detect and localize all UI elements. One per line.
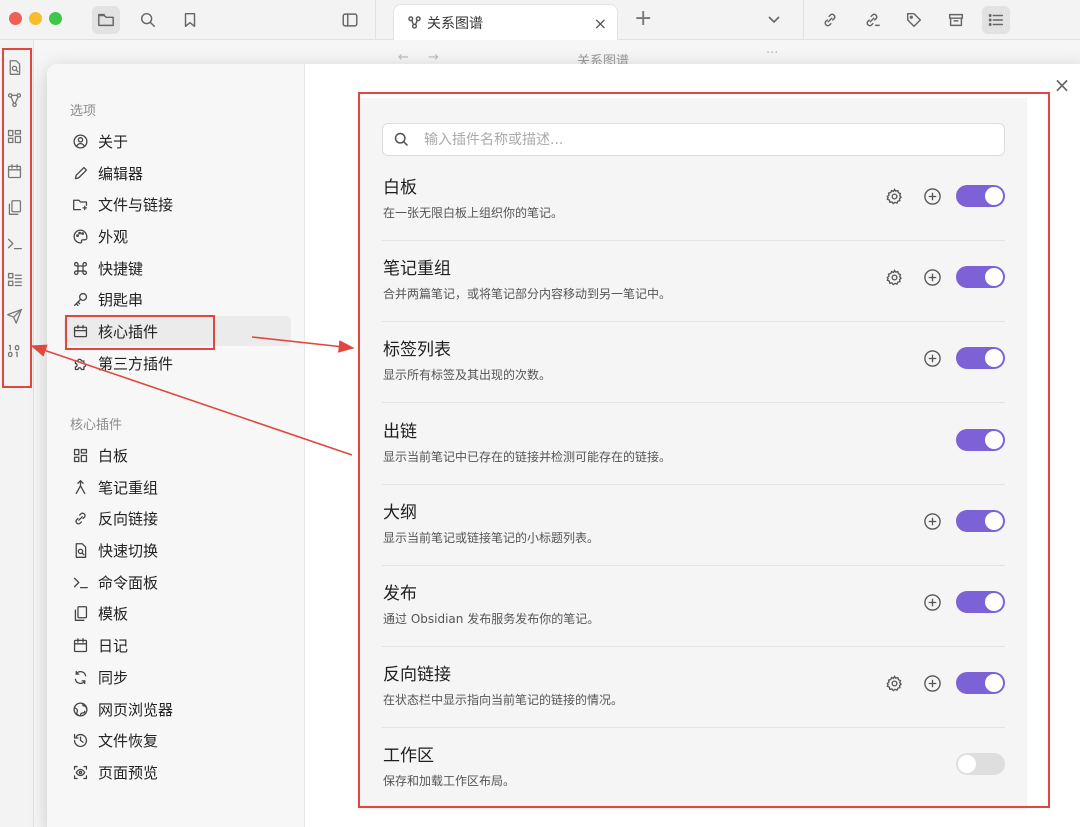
sidebar-toggle-icon[interactable]: [336, 6, 364, 34]
nav-item-label: 日记: [98, 636, 129, 655]
backlinks-icon[interactable]: [816, 6, 844, 34]
nav-item-label: 页面预览: [98, 763, 159, 782]
back-arrow-icon[interactable]: ←: [398, 50, 409, 65]
bookmark-icon[interactable]: [176, 6, 204, 34]
nav-item-note-composer[interactable]: 笔记重组: [64, 472, 291, 502]
folder-link-icon: [70, 194, 90, 214]
nav-item-page-preview[interactable]: 页面预览: [64, 757, 291, 787]
key-icon: [70, 289, 90, 309]
modal-close-icon[interactable]: ×: [1054, 73, 1071, 97]
backlink-icon: [70, 508, 90, 528]
nav-item-sync[interactable]: 同步: [64, 662, 291, 692]
outgoing-links-icon[interactable]: [858, 6, 886, 34]
nav-item-label: 命令面板: [98, 573, 159, 592]
minimize-window-button[interactable]: [29, 12, 42, 25]
tags-icon[interactable]: [900, 6, 928, 34]
nav-item-label: 白板: [98, 446, 129, 465]
pencil-icon: [70, 163, 90, 183]
nav-item-files-links[interactable]: 文件与链接: [64, 189, 291, 219]
nav-item-templates[interactable]: 模板: [64, 598, 291, 628]
core-plugins-section-title: 核心插件: [70, 418, 123, 433]
nav-item-about[interactable]: 关于: [64, 126, 291, 156]
nav-item-label: 第三方插件: [98, 354, 174, 373]
sync-icon: [70, 667, 90, 687]
command-key-icon: [70, 258, 90, 278]
tab-list-chevron-icon[interactable]: [766, 11, 782, 27]
nav-item-label: 反向链接: [98, 509, 159, 528]
nav-item-canvas[interactable]: 白板: [64, 440, 291, 470]
nav-item-appearance[interactable]: 外观: [64, 221, 291, 251]
nav-item-community-plugins[interactable]: 第三方插件: [64, 348, 291, 378]
terminal-icon: [70, 572, 90, 592]
close-window-button[interactable]: [9, 12, 22, 25]
history-icon: [70, 730, 90, 750]
tab-title: 关系图谱: [427, 15, 483, 32]
nav-item-label: 编辑器: [98, 164, 144, 183]
copy-icon: [70, 603, 90, 623]
quick-switch-icon: [70, 540, 90, 560]
options-section-title: 选项: [70, 104, 97, 119]
nav-item-editor[interactable]: 编辑器: [64, 158, 291, 188]
title-bar: 关系图谱 × +: [0, 0, 1080, 40]
palette-icon: [70, 226, 90, 246]
nav-item-quick-switcher[interactable]: 快速切换: [64, 535, 291, 565]
annotation-box-ribbon: [2, 48, 32, 388]
preview-icon: [70, 762, 90, 782]
view-header-bar: ← → 关系图谱 ···: [0, 40, 1080, 69]
nav-item-file-recovery[interactable]: 文件恢复: [64, 725, 291, 755]
puzzle-icon: [70, 353, 90, 373]
globe-icon: [70, 699, 90, 719]
nav-item-label: 文件恢复: [98, 731, 159, 750]
nav-item-label: 文件与链接: [98, 195, 174, 214]
archive-icon[interactable]: [942, 6, 970, 34]
nav-item-command-palette[interactable]: 命令面板: [64, 567, 291, 597]
outline-icon[interactable]: [982, 6, 1010, 34]
search-icon[interactable]: [134, 6, 162, 34]
tab-close-icon[interactable]: ×: [594, 14, 607, 33]
tab-graph[interactable]: 关系图谱 ×: [393, 4, 618, 40]
nav-item-web-viewer[interactable]: 网页浏览器: [64, 694, 291, 724]
nav-item-label: 快速切换: [98, 541, 159, 560]
nav-item-label: 钥匙串: [98, 290, 144, 309]
nav-item-label: 关于: [98, 132, 129, 151]
nav-item-label: 网页浏览器: [98, 700, 174, 719]
canvas-icon: [70, 445, 90, 465]
new-tab-button[interactable]: +: [634, 6, 652, 31]
nav-item-label: 外观: [98, 227, 129, 246]
files-icon[interactable]: [92, 6, 120, 34]
nav-item-keychain[interactable]: 钥匙串: [64, 284, 291, 314]
user-circle-icon: [70, 131, 90, 151]
nav-item-daily-notes[interactable]: 日记: [64, 630, 291, 660]
annotation-box-plugin-list: [358, 92, 1050, 808]
calendar-icon: [70, 635, 90, 655]
annotation-box-core-plugins: [65, 315, 215, 350]
zoom-window-button[interactable]: [49, 12, 62, 25]
more-options-icon[interactable]: ···: [766, 46, 778, 61]
nav-item-label: 模板: [98, 604, 129, 623]
merge-icon: [70, 477, 90, 497]
nav-item-backlinks[interactable]: 反向链接: [64, 503, 291, 533]
nav-item-label: 笔记重组: [98, 478, 159, 497]
nav-item-label: 同步: [98, 668, 129, 687]
forward-arrow-icon[interactable]: →: [428, 50, 439, 65]
nav-item-label: 快捷键: [98, 259, 144, 278]
graph-icon: [408, 16, 421, 29]
nav-item-hotkeys[interactable]: 快捷键: [64, 253, 291, 283]
